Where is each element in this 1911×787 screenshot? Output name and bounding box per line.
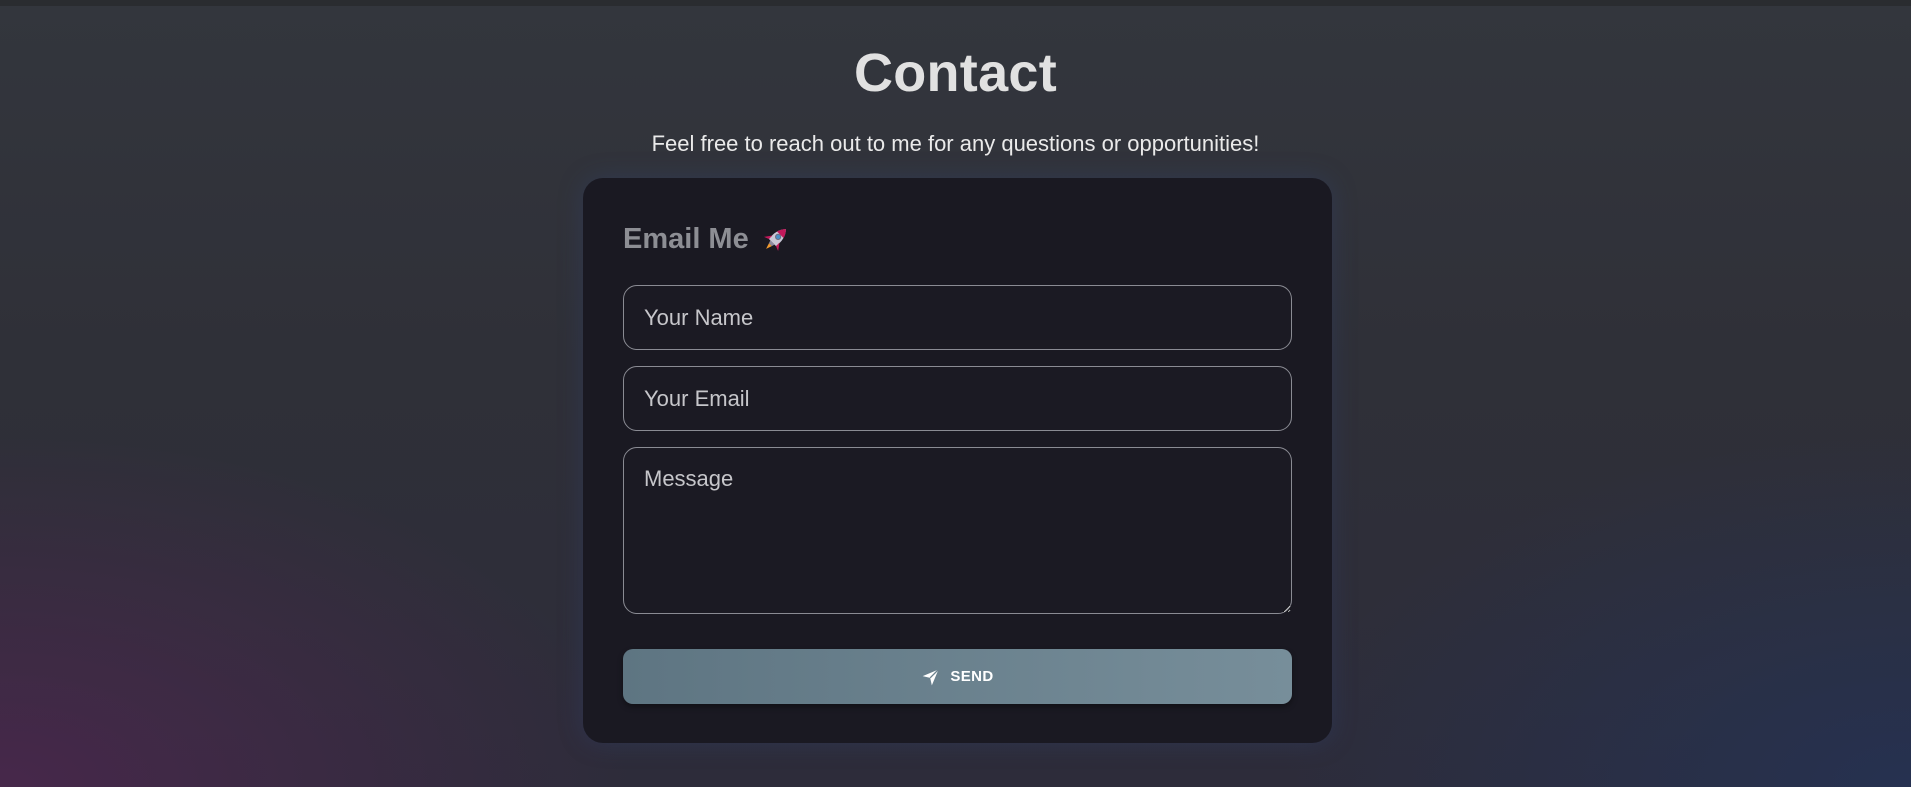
send-button[interactable]: SEND bbox=[623, 649, 1292, 704]
send-button-label: SEND bbox=[950, 668, 994, 685]
page-title: Contact bbox=[853, 43, 1058, 103]
top-bar bbox=[0, 0, 1911, 6]
contact-form-card: Email Me SEND bbox=[583, 178, 1332, 743]
message-textarea[interactable] bbox=[623, 447, 1292, 614]
email-input[interactable] bbox=[623, 366, 1292, 431]
name-input[interactable] bbox=[623, 285, 1292, 350]
paper-plane-icon bbox=[923, 668, 940, 685]
page-subtitle: Feel free to reach out to me for any que… bbox=[651, 131, 1260, 156]
rocket-icon bbox=[763, 229, 786, 252]
form-title-text: Email Me bbox=[623, 222, 749, 255]
form-title: Email Me bbox=[623, 222, 793, 256]
